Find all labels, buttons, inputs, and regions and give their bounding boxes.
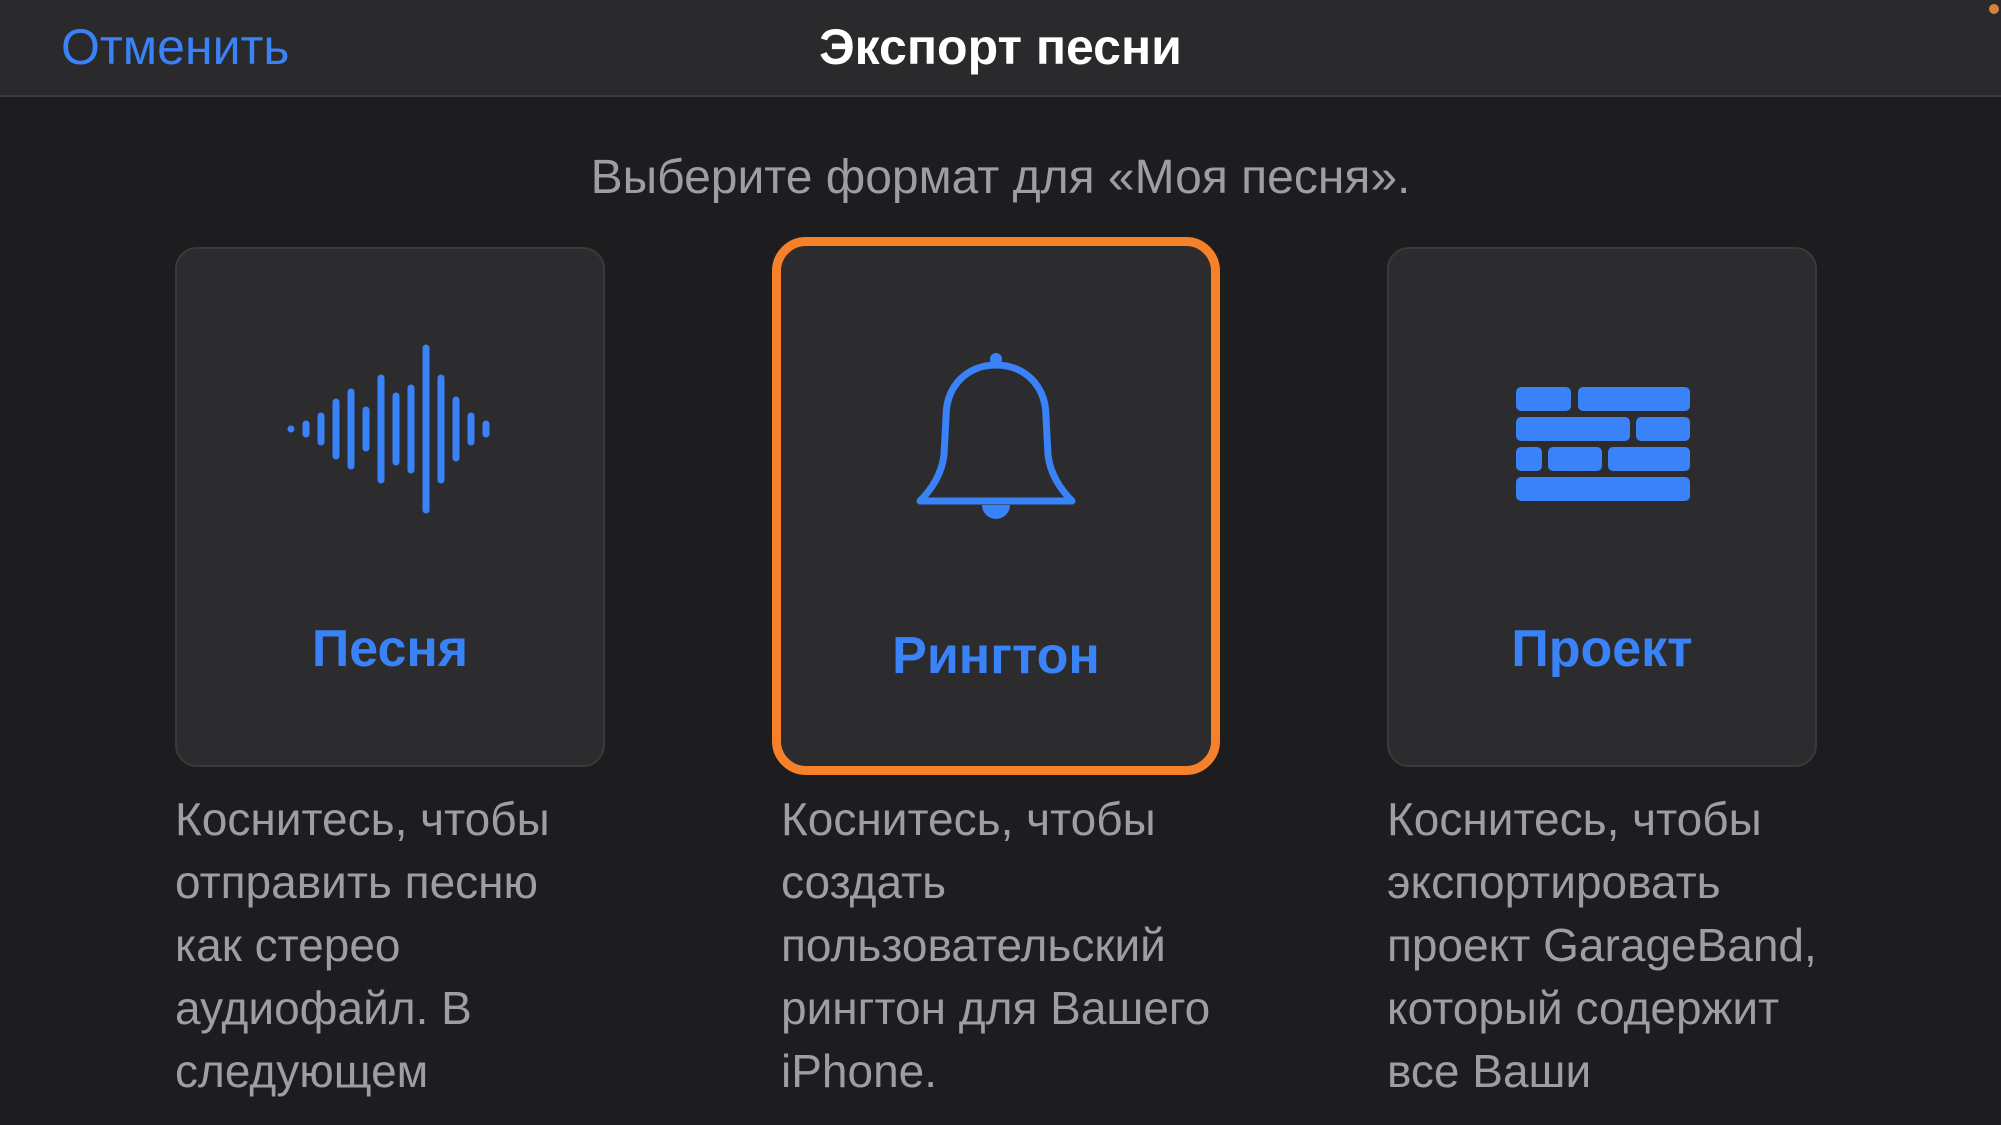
ringtone-option-description: Коснитесь, чтобы создать пользовательски… xyxy=(781,793,1211,1097)
project-option-description: Коснитесь, чтобы экспортировать проект G… xyxy=(1387,793,1817,1097)
waveform-icon xyxy=(287,344,490,514)
bell-icon xyxy=(916,353,1076,519)
page-title: Экспорт песни xyxy=(819,19,1182,75)
song-option-description: Коснитесь, чтобы отправить песню как сте… xyxy=(175,793,550,1125)
cancel-button[interactable]: Отменить xyxy=(61,18,289,76)
status-dot xyxy=(1989,4,1999,14)
export-song-screen: Экспорт песни Отменить Выберите формат д… xyxy=(0,0,2001,1125)
project-option-label: Проект xyxy=(1511,620,1693,678)
project-option-card[interactable]: Проект xyxy=(1387,247,1817,767)
format-prompt: Выберите формат для «Моя песня». xyxy=(590,151,1411,204)
ringtone-option-card[interactable]: Рингтон xyxy=(772,237,1220,775)
song-option-label: Песня xyxy=(311,620,469,678)
bricks-icon xyxy=(1516,387,1690,501)
ringtone-option-label: Рингтон xyxy=(892,627,1100,685)
song-option-card[interactable]: Песня xyxy=(175,247,605,767)
navigation-bar: Экспорт песни Отменить xyxy=(0,0,2001,97)
